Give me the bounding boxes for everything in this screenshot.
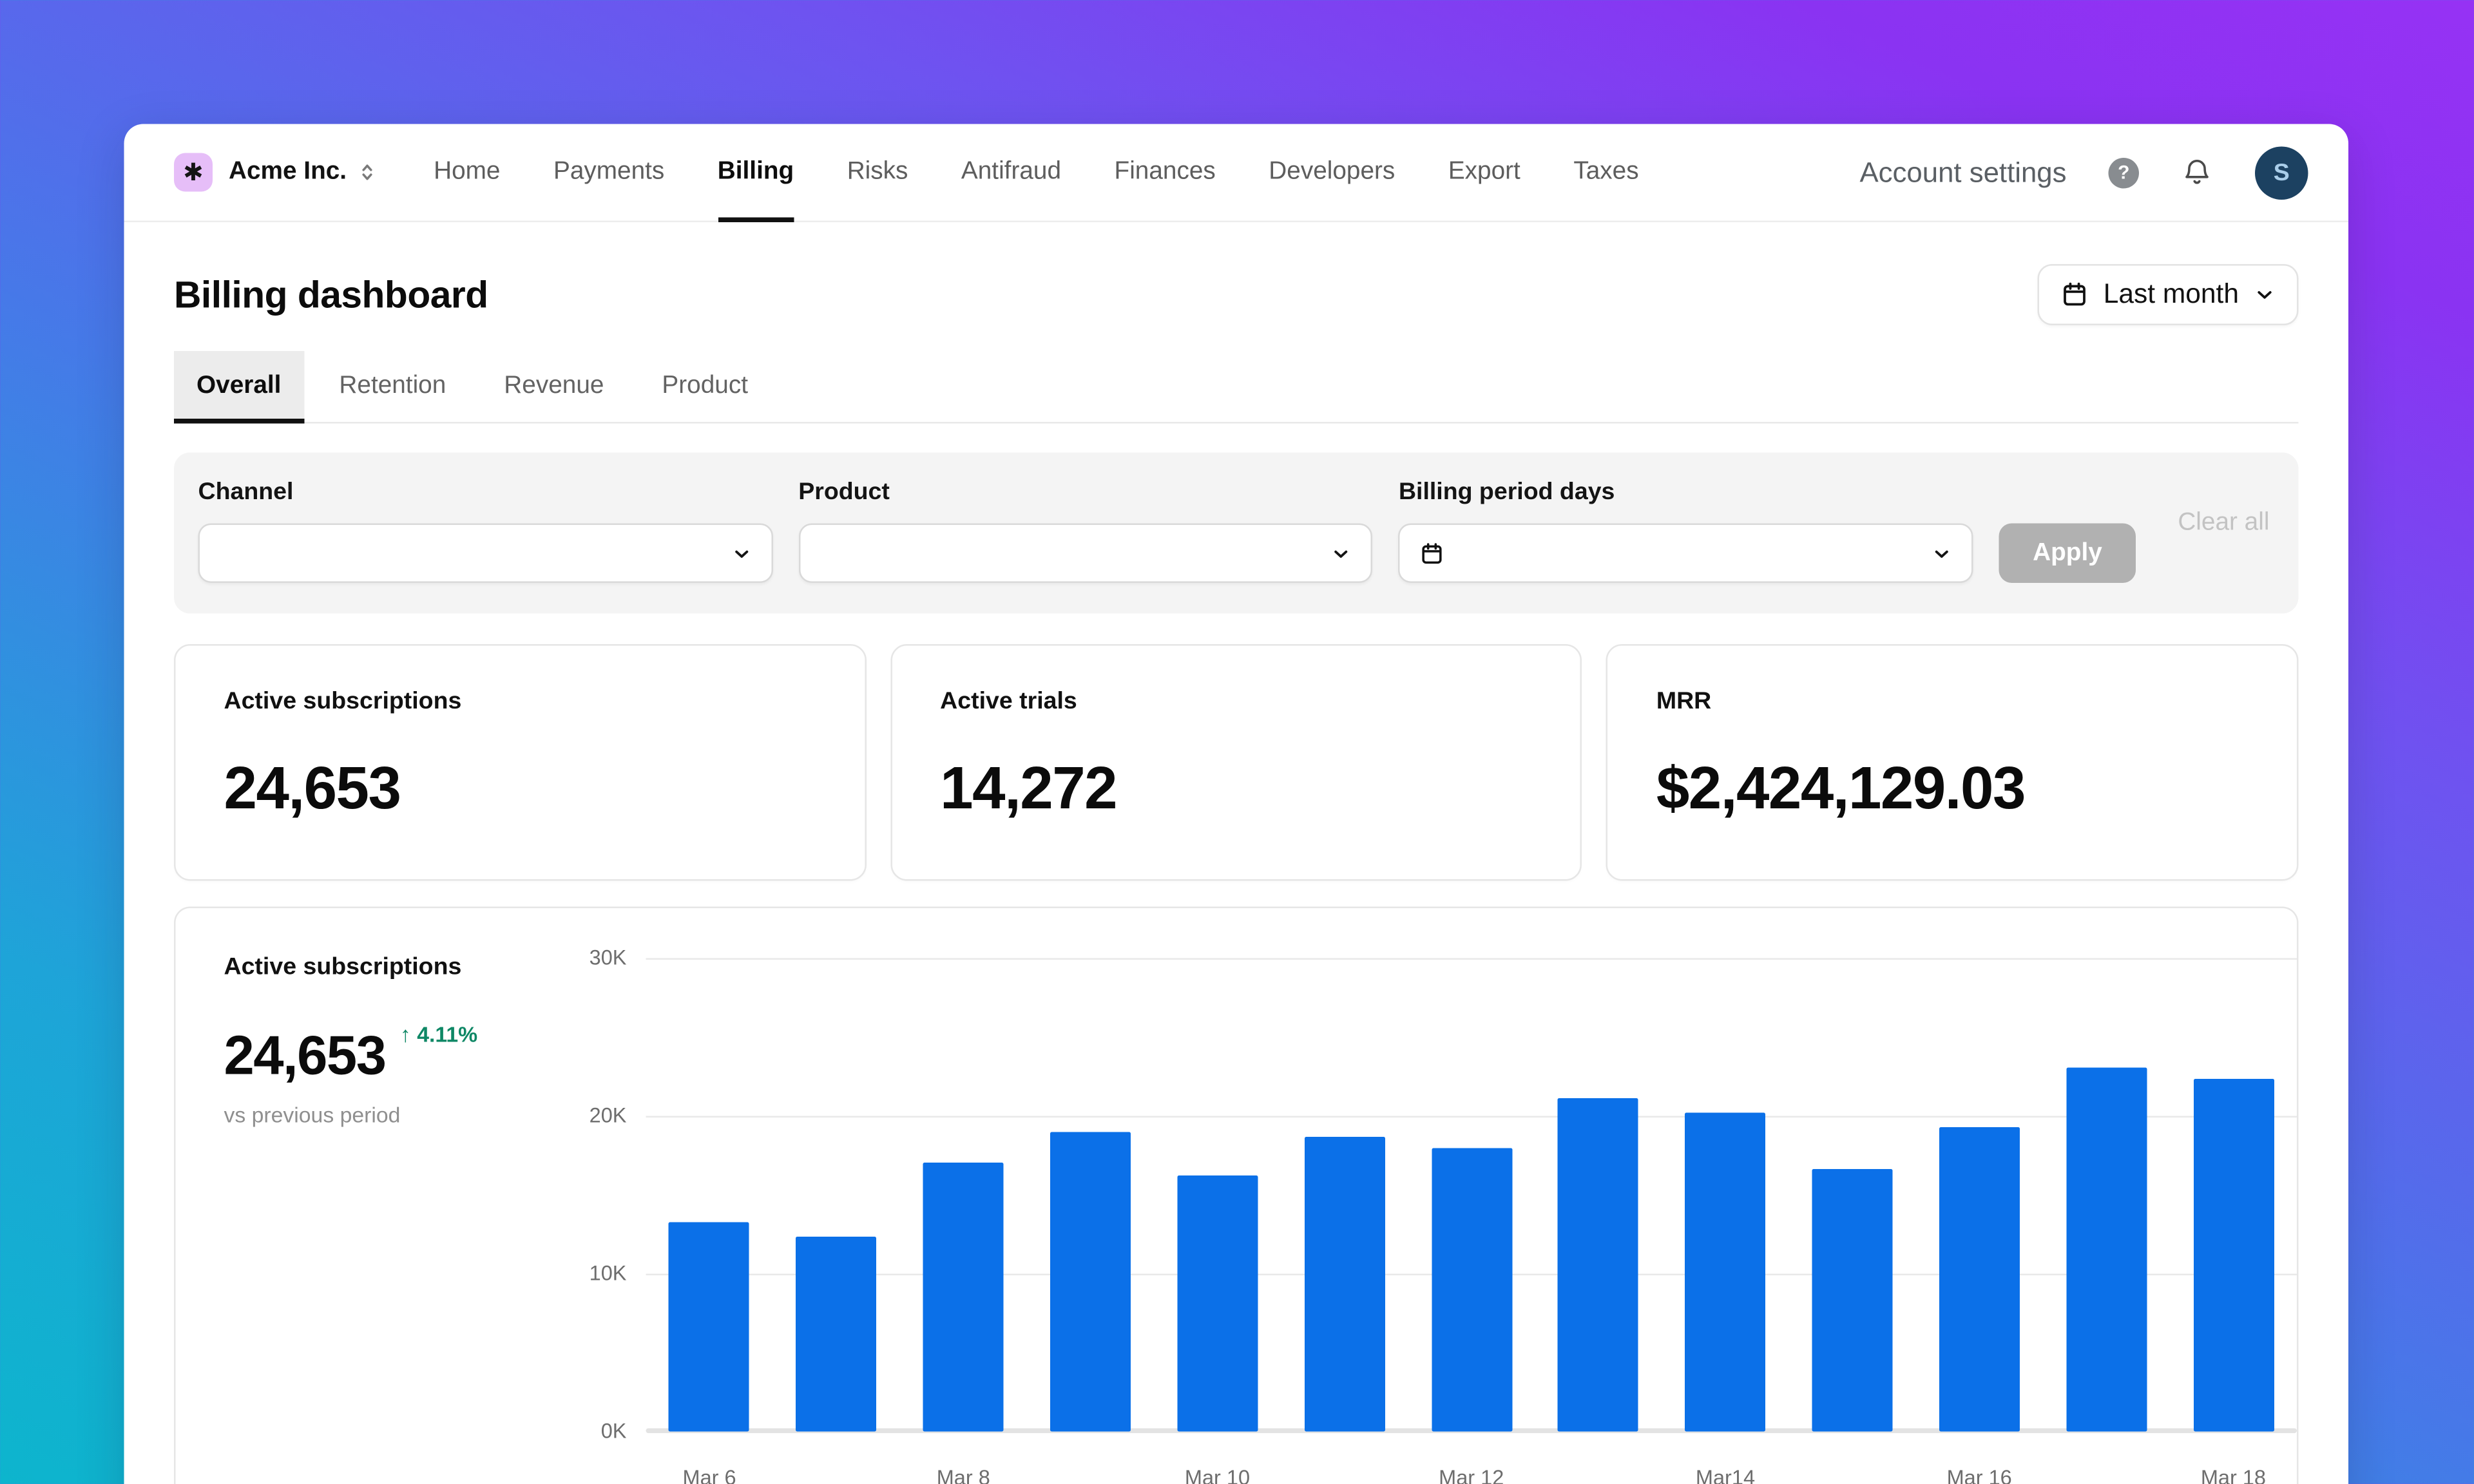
chart-kpi-value: 24,653	[224, 1029, 386, 1084]
clear-all-button[interactable]: Clear all	[2178, 509, 2269, 538]
channel-select[interactable]	[198, 524, 773, 584]
metric-card-mrr: MRR $2,424,129.03	[1606, 644, 2298, 881]
chevron-down-icon	[2254, 283, 2276, 306]
metric-card-active-subscriptions: Active subscriptions 24,653	[174, 644, 866, 881]
metric-value: 24,653	[224, 756, 816, 823]
chart-delta-badge: ↑ 4.11%	[400, 1023, 477, 1047]
company-name: Acme Inc.	[229, 158, 347, 187]
chart-card: Active subscriptions 24,653 ↑ 4.11% vs p…	[174, 907, 2299, 1484]
chart-header: Active subscriptions 24,653 ↑ 4.11% vs p…	[224, 953, 611, 1127]
x-tick-mar-12: Mar 12	[1439, 1465, 1504, 1484]
bar-mar-17[interactable]	[2066, 1067, 2147, 1432]
billing-period-select[interactable]	[1399, 524, 1973, 584]
date-range-selector[interactable]: Last month	[2037, 264, 2298, 325]
nav-item-export[interactable]: Export	[1448, 124, 1520, 221]
bar-mar-15[interactable]	[1812, 1170, 1893, 1432]
bar-mar-11[interactable]	[1304, 1136, 1385, 1431]
metric-label: Active trials	[940, 688, 1532, 716]
bar-mar-8[interactable]	[923, 1163, 1004, 1431]
main-panel: ✱ Acme Inc. Home Payments Billing Risks Anti…	[124, 124, 2349, 1484]
top-navbar: ✱ Acme Inc. Home Payments Billing Risks Anti…	[124, 124, 2349, 223]
tab-retention[interactable]: Retention	[316, 351, 468, 422]
tab-overall[interactable]: Overall	[174, 351, 303, 422]
filter-channel: Channel	[198, 479, 773, 584]
nav-item-developers[interactable]: Developers	[1269, 124, 1395, 221]
asterisk-glyph: ✱	[183, 158, 203, 187]
x-tick-mar-6: Mar 6	[683, 1465, 736, 1484]
nav-item-finances[interactable]: Finances	[1115, 124, 1216, 221]
filter-billing-period: Billing period days	[1399, 479, 1973, 584]
nav-right: Account settings ? S	[1859, 146, 2308, 199]
filter-bar: Channel Product Billing period days	[174, 453, 2299, 614]
account-settings-link[interactable]: Account settings	[1859, 155, 2066, 189]
page-header: Billing dashboard Last month	[174, 264, 2299, 325]
tab-revenue[interactable]: Revenue	[481, 351, 626, 422]
bar-mar-16[interactable]	[1939, 1127, 2020, 1432]
calendar-icon	[2060, 280, 2089, 309]
billing-period-label: Billing period days	[1399, 479, 1973, 506]
product-select[interactable]	[798, 524, 1373, 584]
nav-item-billing[interactable]: Billing	[718, 124, 794, 221]
y-tick-10k: 10K	[543, 1261, 627, 1287]
metric-cards-row: Active subscriptions 24,653 Active trials 1…	[174, 644, 2299, 881]
filter-product: Product	[798, 479, 1373, 584]
nav-item-home[interactable]: Home	[434, 124, 500, 221]
metric-value: 14,272	[940, 756, 1532, 823]
notifications-bell-icon[interactable]	[2181, 157, 2213, 189]
chevron-down-icon	[1932, 543, 1953, 564]
tab-product[interactable]: Product	[639, 351, 771, 422]
dashboard-tabs: OverallRetentionRevenueProduct	[174, 351, 2299, 424]
x-tick-mar-18: Mar 18	[2201, 1465, 2266, 1484]
bar-mar-12[interactable]	[1431, 1148, 1511, 1432]
y-tick-0k: 0K	[543, 1419, 627, 1445]
company-switcher[interactable]: Acme Inc.	[229, 158, 379, 187]
date-range-value: Last month	[2104, 279, 2239, 311]
metric-card-active-trials: Active trials 14,272	[890, 644, 1582, 881]
bar-mar-18[interactable]	[2193, 1078, 2274, 1432]
help-icon[interactable]: ?	[2109, 157, 2140, 188]
calendar-icon	[1419, 540, 1445, 566]
apply-button[interactable]: Apply	[1999, 524, 2136, 584]
x-tick-mar-16: Mar 16	[1947, 1465, 2012, 1484]
company-logo asterisk-icon[interactable]: ✱	[174, 153, 213, 192]
nav-item-taxes[interactable]: Taxes	[1573, 124, 1638, 221]
metric-value: $2,424,129.03	[1656, 756, 2249, 823]
x-axis-labels: Mar 6 Mar 8 Mar 10 Mar 12 Mar14 Mar 16 Mar 18	[646, 1465, 2297, 1484]
y-tick-20k: 20K	[543, 1103, 627, 1129]
nav-item-payments[interactable]: Payments	[553, 124, 664, 221]
x-tick-mar-8: Mar 8	[937, 1465, 990, 1484]
bar-mar-6[interactable]	[669, 1222, 750, 1432]
y-tick-30k: 30K	[543, 946, 627, 971]
metric-label: Active subscriptions	[224, 688, 816, 716]
chevron-down-icon	[1331, 543, 1352, 564]
bar-chart-plot-area: 30K20K10K0K	[646, 958, 2297, 1432]
chevron-down-icon	[731, 543, 752, 564]
gridline-30k	[646, 958, 2297, 960]
x-tick-mar-10: Mar 10	[1185, 1465, 1250, 1484]
bar-mar-7[interactable]	[796, 1236, 877, 1432]
unfold-more-icon	[356, 161, 379, 184]
gridline-20k	[646, 1116, 2297, 1118]
nav-links: Home Payments Billing Risks Antifraud Finance…	[434, 124, 1639, 221]
bar-mar-9[interactable]	[1050, 1132, 1131, 1431]
product-label: Product	[798, 479, 1373, 506]
bar-mar-13[interactable]	[1558, 1099, 1638, 1432]
bar-mar-14[interactable]	[1685, 1113, 1765, 1432]
x-tick-mar14: Mar14	[1696, 1465, 1755, 1484]
app-window: ✱ Acme Inc. Home Payments Billing Risks Anti…	[0, 0, 2474, 1484]
chart-value-row: 24,653 ↑ 4.11%	[224, 1029, 611, 1084]
page-title: Billing dashboard	[174, 273, 488, 317]
bar-mar-10[interactable]	[1177, 1176, 1258, 1432]
metric-label: MRR	[1656, 688, 2249, 716]
nav-item-antifraud[interactable]: Antifraud	[961, 124, 1061, 221]
channel-label: Channel	[198, 479, 773, 506]
user-avatar[interactable]: S	[2255, 146, 2308, 199]
nav-item-risks[interactable]: Risks	[847, 124, 908, 221]
